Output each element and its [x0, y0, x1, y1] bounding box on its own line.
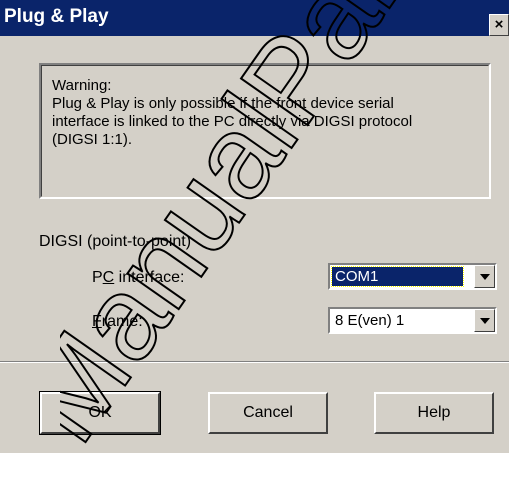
warning-line-1: Warning:: [52, 77, 112, 94]
help-button[interactable]: Help: [374, 392, 494, 434]
group-label: DIGSI (point-to-point): [39, 233, 192, 250]
warning-line-3: interface is linked to the PC directly v…: [52, 113, 413, 130]
warning-line-2: Plug & Play is only possible if the fron…: [52, 95, 394, 112]
warning-line-4: (DIGSI 1:1).: [52, 131, 133, 148]
chevron-down-icon[interactable]: [474, 309, 495, 332]
frame-label: Frame:: [92, 313, 143, 330]
pc-interface-label: PC interface:: [92, 269, 185, 286]
frame-select[interactable]: 8 E(ven) 1: [328, 307, 497, 334]
ok-button[interactable]: OK: [39, 391, 161, 435]
title-bar: Plug & Play ×: [0, 0, 509, 36]
chevron-down-icon[interactable]: [474, 265, 495, 288]
pc-interface-select[interactable]: COM1: [328, 263, 497, 290]
pc-interface-value: COM1: [331, 266, 464, 287]
close-icon: ×: [494, 16, 504, 33]
close-button[interactable]: ×: [489, 14, 509, 36]
frame-value: 8 E(ven) 1: [335, 312, 405, 329]
dialog-title: Plug & Play: [4, 6, 109, 27]
warning-box: Warning: Plug & Play is only possible if…: [39, 63, 491, 199]
warning-text: Warning: Plug & Play is only possible if…: [52, 77, 482, 149]
plug-and-play-dialog: Plug & Play × Warning: Plug & Play is on…: [0, 0, 509, 466]
cancel-button[interactable]: Cancel: [208, 392, 328, 434]
separator: [0, 361, 509, 363]
